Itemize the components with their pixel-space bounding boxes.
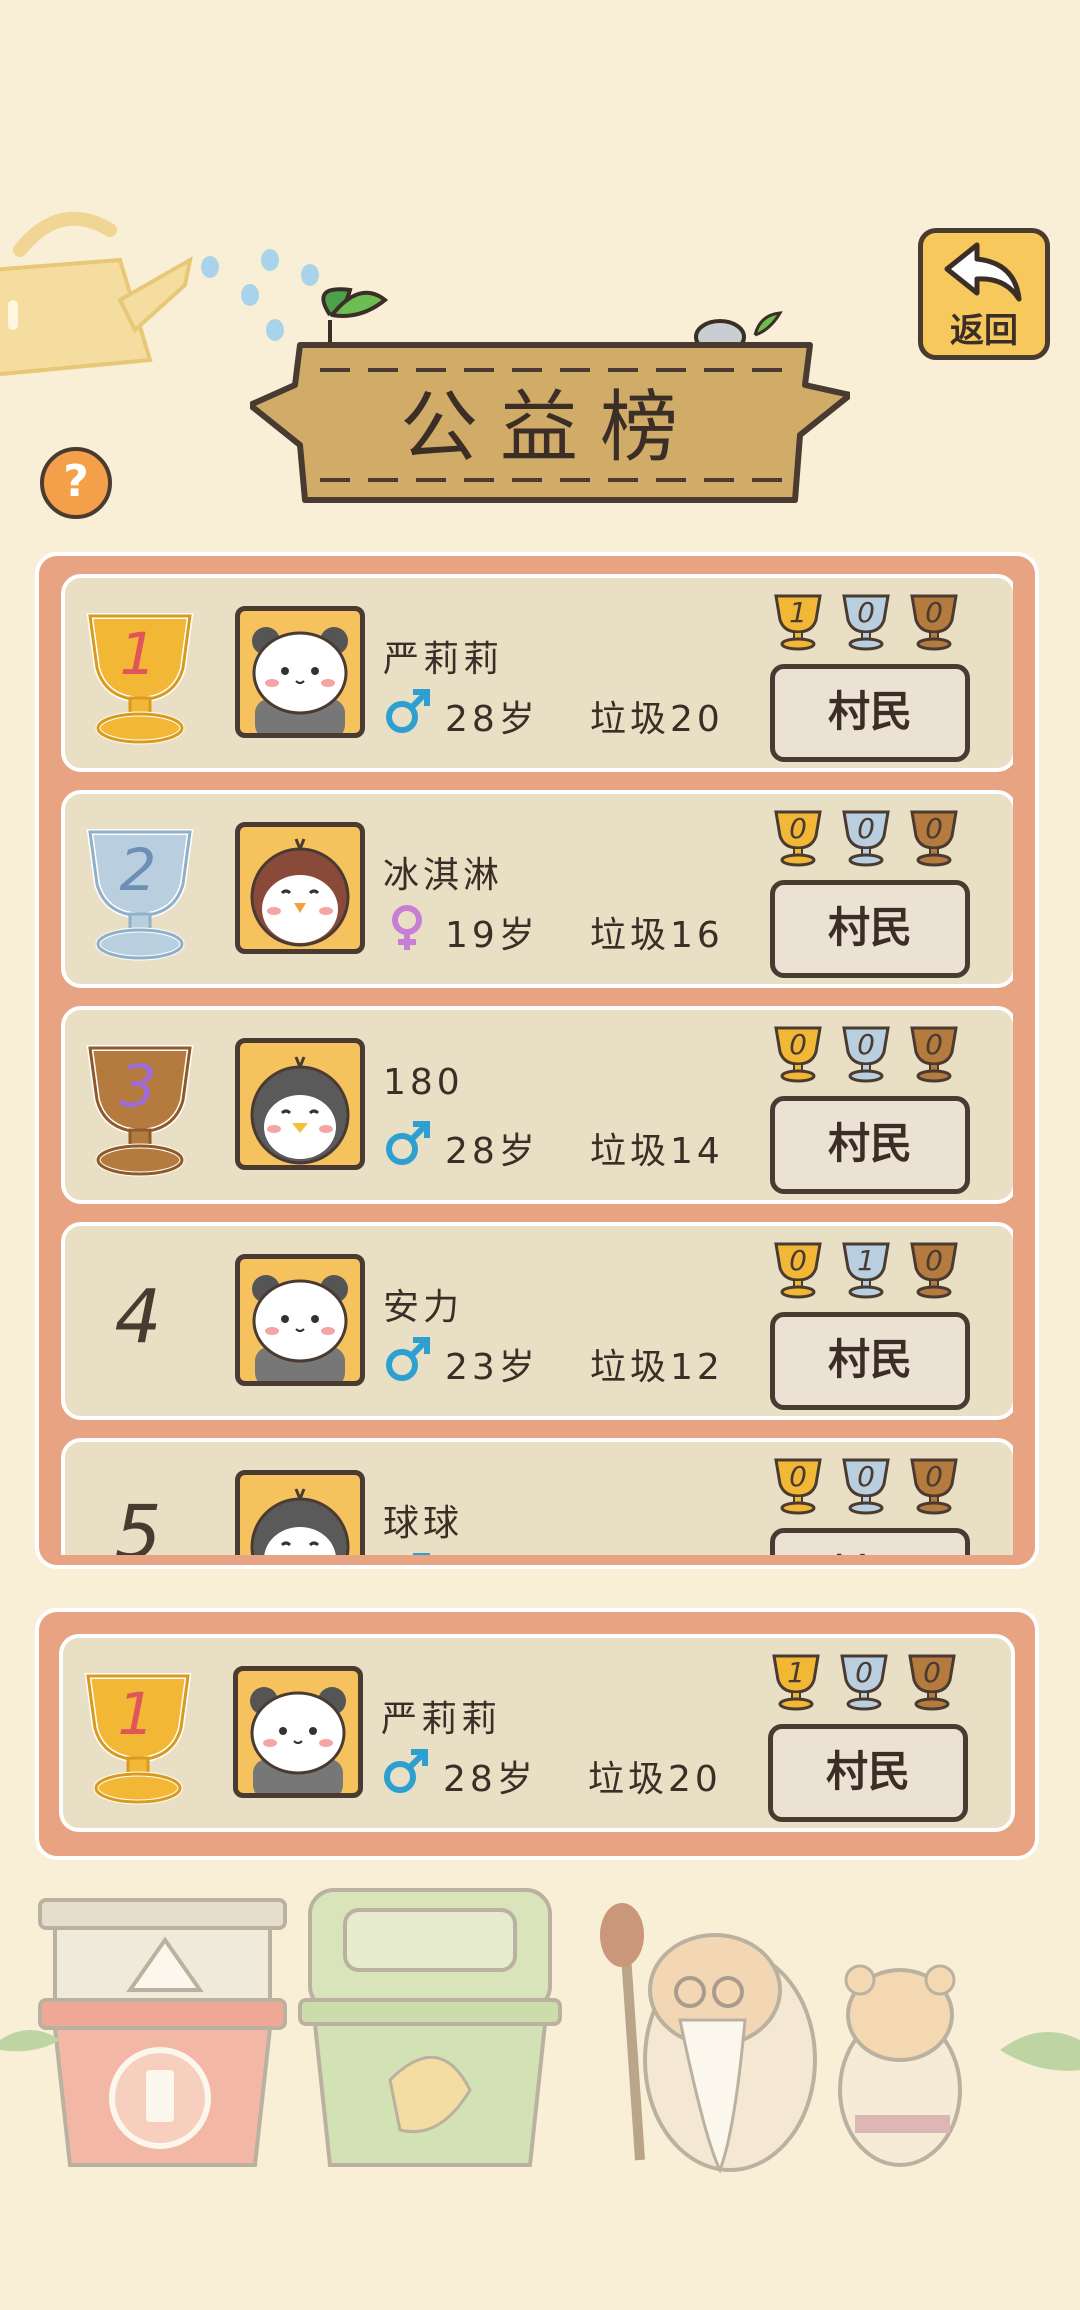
male-icon (383, 1552, 431, 1555)
rank-number: 2 (119, 836, 157, 904)
villager-button[interactable]: 村民 (770, 1096, 970, 1194)
trash-count: 垃圾20 (588, 1759, 722, 1800)
medal-count: 0 (789, 1460, 807, 1493)
page-title: 公益榜 (399, 383, 700, 473)
rank-row: 4 安力 23岁 垃圾12 0 1 0 村民 (61, 1222, 1013, 1420)
medal-count: 0 (857, 596, 875, 629)
elder-hamster-icon (600, 1903, 817, 2174)
rank-number: 5 (114, 1490, 162, 1555)
avatar[interactable] (235, 1254, 365, 1386)
medal-gold-icon: 0 (770, 1454, 826, 1516)
village-scene (0, 1888, 1080, 2174)
medal-silver-icon: 0 (838, 1454, 894, 1516)
red-trash-bin-icon (38, 1898, 287, 2167)
trash-count: 垃圾16 (590, 915, 724, 956)
trash-count: 垃圾14 (590, 1131, 724, 1172)
medal-count: 1 (857, 1244, 875, 1277)
medal-count: 0 (857, 812, 875, 845)
medal-silver-icon: 0 (838, 806, 894, 868)
rank-row: 2 冰淇淋 19岁 垃圾16 0 0 0 村民 (61, 790, 1013, 988)
female-icon (383, 904, 431, 952)
question-icon: ? (63, 456, 89, 507)
medal-count: 0 (925, 1028, 943, 1061)
avatar[interactable] (233, 1666, 363, 1798)
medal-count: 0 (925, 1460, 943, 1493)
medal-silver-icon: 0 (838, 590, 894, 652)
medal-count: 0 (923, 1656, 941, 1689)
rank-number: 1 (117, 1680, 155, 1748)
villager-button[interactable]: 村民 (768, 1724, 968, 1822)
medal-bronze-icon: 0 (906, 590, 962, 652)
medal-count: 0 (857, 1460, 875, 1493)
my-rank-panel: 1 严莉莉 28岁 垃圾20 1 0 0 村民 (35, 1608, 1039, 1860)
ranking-list[interactable]: 1 严莉莉 28岁 垃圾20 1 0 0 村民 2 冰淇淋 19岁 垃圾16 0… (35, 552, 1039, 1569)
medal-count: 0 (925, 812, 943, 845)
medal-count: 0 (789, 1028, 807, 1061)
rank-row: 1 严莉莉 28岁 垃圾20 1 0 0 村民 (61, 574, 1013, 772)
player-name: 严莉莉 (383, 639, 504, 680)
back-button[interactable]: 返回 (918, 228, 1050, 360)
player-name: 球球 (383, 1503, 464, 1544)
avatar[interactable] (235, 1470, 365, 1555)
avatar[interactable] (235, 822, 365, 954)
avatar[interactable] (235, 606, 365, 738)
medal-bronze-icon: 0 (906, 1238, 962, 1300)
medal-gold-icon: 0 (770, 1238, 826, 1300)
watering-can-icon (0, 211, 193, 377)
player-age: 28岁 (443, 1759, 537, 1800)
player-name: 180 (383, 1062, 464, 1103)
villager-button[interactable]: 村民 (770, 880, 970, 978)
medal-count: 0 (789, 1244, 807, 1277)
male-icon (381, 1748, 429, 1796)
back-label: 返回 (950, 311, 1018, 351)
back-arrow-icon (944, 242, 1022, 302)
male-icon (383, 1120, 431, 1168)
help-button[interactable]: ? (40, 447, 112, 519)
rank-number: 1 (119, 620, 157, 688)
small-hamster-icon (838, 1964, 962, 2167)
medal-gold-icon: 1 (770, 590, 826, 652)
medal-count: 0 (857, 1028, 875, 1061)
medal-count: 1 (787, 1656, 805, 1689)
green-trash-bin-icon (298, 1888, 562, 2167)
medal-bronze-icon: 0 (906, 1022, 962, 1084)
medal-count: 1 (789, 596, 807, 629)
rank-row: 3 180 28岁 垃圾14 0 0 0 村民 (61, 1006, 1013, 1204)
villager-button[interactable]: 村民 (770, 1312, 970, 1410)
medal-gold-icon: 1 (768, 1650, 824, 1712)
avatar[interactable] (235, 1038, 365, 1170)
medal-count: 0 (925, 596, 943, 629)
medal-count: 0 (855, 1656, 873, 1689)
male-icon (383, 688, 431, 736)
medal-bronze-icon: 0 (906, 1454, 962, 1516)
player-age: 28岁 (445, 699, 539, 740)
player-age: 28岁 (445, 1131, 539, 1172)
villager-button[interactable]: 村民 (770, 1528, 970, 1555)
trash-count: 垃圾12 (590, 1347, 724, 1388)
medal-silver-icon: 0 (836, 1650, 892, 1712)
player-age: 23岁 (445, 1347, 539, 1388)
rank-number: 4 (114, 1274, 162, 1360)
rank-row: 5 球球 0 0 0 村民 (61, 1438, 1013, 1555)
medal-bronze-icon: 0 (906, 806, 962, 868)
player-name: 严莉莉 (381, 1699, 502, 1740)
medal-count: 0 (789, 812, 807, 845)
player-age: 19岁 (445, 915, 539, 956)
medal-count: 0 (925, 1244, 943, 1277)
medal-silver-icon: 1 (838, 1238, 894, 1300)
medal-gold-icon: 0 (770, 1022, 826, 1084)
medal-bronze-icon: 0 (904, 1650, 960, 1712)
male-icon (383, 1336, 431, 1384)
player-name: 冰淇淋 (383, 855, 504, 896)
medal-gold-icon: 0 (770, 806, 826, 868)
rank-number: 3 (119, 1052, 157, 1120)
player-name: 安力 (383, 1287, 464, 1328)
medal-silver-icon: 0 (838, 1022, 894, 1084)
trash-count: 垃圾20 (590, 699, 724, 740)
rank-row: 1 严莉莉 28岁 垃圾20 1 0 0 村民 (59, 1634, 1015, 1832)
villager-button[interactable]: 村民 (770, 664, 970, 762)
